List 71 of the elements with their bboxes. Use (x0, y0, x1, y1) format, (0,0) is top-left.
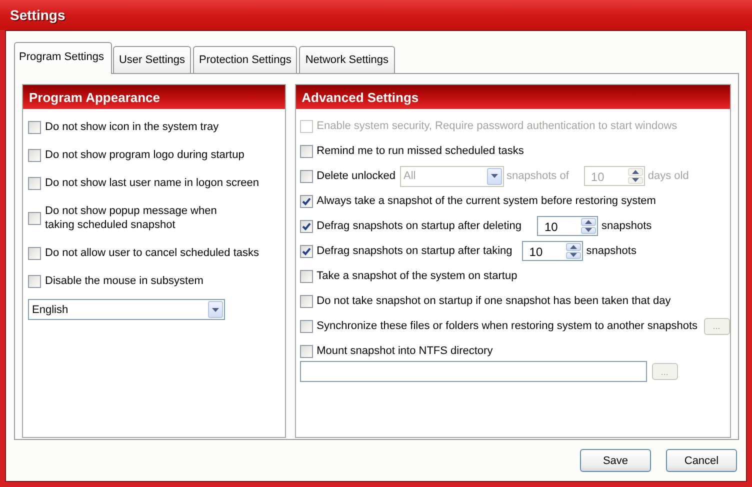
checkbox[interactable] (300, 320, 313, 332)
caret-icon (490, 174, 498, 178)
checkbox[interactable] (28, 212, 41, 224)
checkbox[interactable] (300, 220, 313, 232)
checkbox[interactable] (300, 344, 313, 358)
arrow-down-icon (570, 253, 578, 258)
window-title: Settings (0, 0, 752, 30)
option-label: Do not show icon in the system tray (45, 120, 219, 134)
option-label: Do not show last user name in logon screen (45, 176, 260, 190)
option-label: Defrag snapshots on startup after taking (316, 244, 512, 258)
option-label: snapshots (586, 245, 636, 257)
tab[interactable]: Protection Settings (193, 46, 298, 73)
option-label: snapshots (601, 220, 652, 232)
number-spinner[interactable]: 10 (522, 241, 584, 261)
dropdown-value: English (32, 304, 70, 316)
spin-up-button[interactable] (628, 168, 643, 176)
option-label: Do not take snapshot on startup if one snapshot has been taken that day (316, 294, 671, 308)
dropdown[interactable]: English (28, 299, 225, 320)
option-label: Mount snapshot into NTFS directory (316, 344, 493, 358)
option-label: Synchronize these files or folders when restoring system to another snapshots (316, 319, 698, 333)
dropdown-value: All (404, 170, 417, 182)
dropdown-button[interactable] (208, 301, 223, 318)
checkbox[interactable] (300, 170, 313, 182)
arrow-up-icon (585, 220, 592, 224)
spinner-value: 10 (528, 244, 544, 260)
option-label: Take a snapshot of the system on startup (316, 269, 518, 283)
checkbox[interactable] (28, 176, 41, 190)
checkmark-icon (302, 222, 311, 230)
spin-down-button[interactable] (581, 226, 596, 234)
option-label: days old (648, 170, 689, 182)
tab[interactable]: Network Settings (299, 46, 395, 73)
checkbox[interactable] (28, 148, 41, 162)
number-spinner[interactable]: 10 (537, 216, 598, 236)
checkbox[interactable] (300, 144, 313, 158)
checkmark-icon (302, 196, 311, 206)
spin-down-button[interactable] (628, 176, 643, 184)
arrow-up-icon (632, 170, 639, 174)
option-label: Enable system security, Require password authentication to start windows (316, 119, 678, 133)
panel-header: Program Appearance (23, 85, 285, 109)
option-label: Do not show popup message when taking scheduled snapshot (45, 204, 217, 232)
option-label: Always take a snapshot of the current system before restoring system (316, 194, 656, 208)
option-label: Do not allow user to cancel scheduled tasks (45, 246, 260, 260)
checkbox[interactable] (300, 270, 313, 282)
checkbox[interactable] (28, 120, 41, 134)
checkbox[interactable] (28, 246, 41, 260)
spinner-value: 10 (590, 169, 606, 185)
checkbox[interactable] (28, 274, 41, 288)
option-label: Delete unlocked (316, 169, 396, 183)
tab[interactable]: User Settings (112, 46, 192, 73)
dialog-button[interactable]: Save (580, 449, 651, 472)
option-label: Remind me to run missed scheduled tasks (316, 144, 524, 158)
panel-header: Advanced Settings (296, 85, 730, 109)
checkbox[interactable] (300, 194, 313, 208)
spinner-value: 10 (543, 219, 559, 235)
dialog-button[interactable]: Cancel (666, 449, 737, 472)
caret-icon (212, 308, 219, 312)
arrow-up-icon (570, 244, 578, 249)
arrow-down-icon (585, 228, 592, 232)
option-label: snapshots of (506, 170, 569, 182)
input-field[interactable] (300, 361, 647, 382)
checkbox[interactable] (300, 294, 313, 308)
arrow-down-icon (632, 178, 639, 182)
option-label: Do not show program logo during startup (45, 148, 244, 162)
tab[interactable]: Program Settings (14, 42, 112, 74)
checkbox[interactable] (300, 244, 313, 258)
spin-up-button[interactable] (581, 218, 596, 226)
option-label: Defrag snapshots on startup after deleting (316, 219, 522, 233)
spin-up-button[interactable] (566, 243, 582, 250)
checkmark-icon (302, 246, 311, 256)
option-label: Disable the mouse in subsystem (45, 274, 204, 288)
spin-down-button[interactable] (566, 252, 582, 259)
